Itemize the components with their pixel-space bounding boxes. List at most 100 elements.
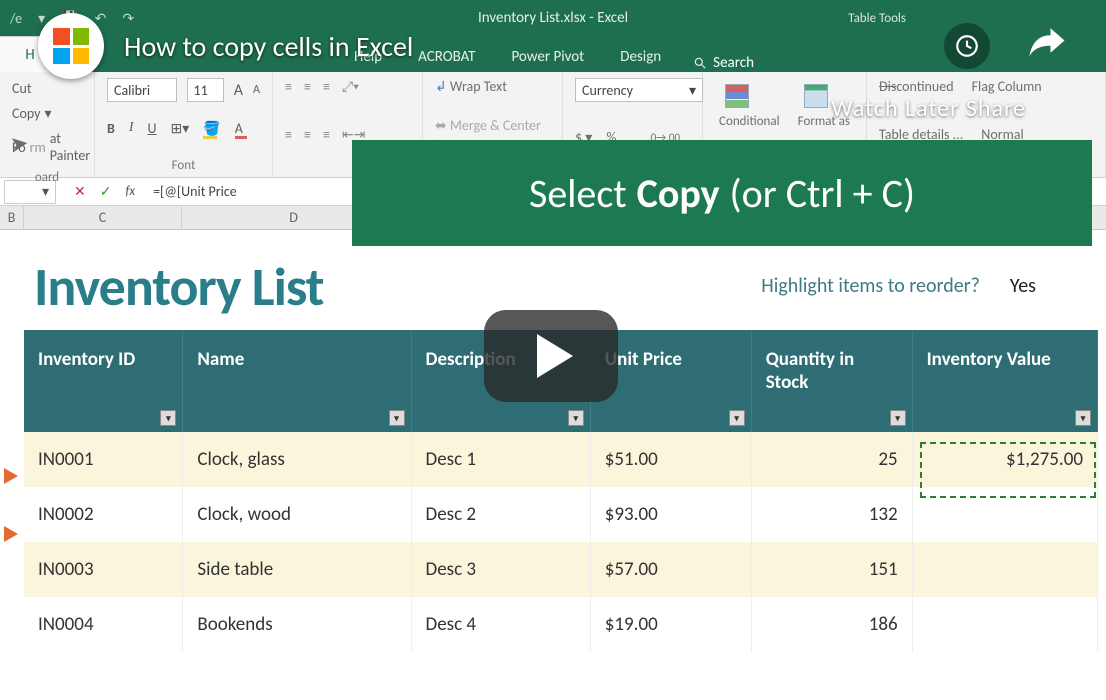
cell-name[interactable]: Clock, glass (183, 432, 411, 487)
group-font: Calibri 11 A A B I U ⊞▾ 🪣 A Font (95, 72, 273, 177)
cell-qty[interactable]: 151 (751, 542, 912, 597)
filter-icon[interactable]: ▾ (1075, 410, 1091, 426)
cell-id[interactable]: IN0002 (24, 487, 183, 542)
play-button[interactable] (484, 310, 618, 402)
group-label-font: Font (107, 154, 260, 173)
search-box[interactable]: Search (693, 54, 754, 72)
cell-desc[interactable]: Desc 2 (411, 487, 590, 542)
align-top-icon[interactable]: ≡ (285, 78, 292, 95)
highlight-answer[interactable]: Yes (1010, 274, 1036, 298)
cell-name[interactable]: Side table (183, 542, 411, 597)
cell-name[interactable]: Clock, wood (183, 487, 411, 542)
cell-price[interactable]: $51.00 (590, 432, 751, 487)
caption-strong: Copy (627, 169, 730, 218)
excel-titlebar: /e ▾ 💾 ↶ ↷ Inventory List.xlsx - Excel T… (0, 0, 1106, 36)
cell-id[interactable]: IN0003 (24, 542, 183, 597)
caption-pre: Select (529, 169, 627, 218)
share-button[interactable] (1026, 23, 1068, 70)
watch-later-share-label: Watch Later Share (831, 94, 1026, 123)
cell-qty[interactable]: 25 (751, 432, 912, 487)
reorder-flag-icon (4, 526, 18, 542)
align-center-icon[interactable]: ≡ (304, 126, 311, 143)
mouse-cursor-icon: ➤ (8, 129, 30, 158)
cell-value[interactable] (912, 542, 1097, 597)
th-quantity[interactable]: Quantity in Stock▾ (751, 330, 912, 432)
caret-icon: ▾ (38, 10, 45, 27)
fx-icon[interactable]: fx (125, 184, 135, 199)
formula-text[interactable]: =[@[Unit Price (135, 183, 237, 200)
window-title: Inventory List.xlsx - Excel (0, 9, 1106, 27)
fill-color-icon[interactable]: 🪣 (203, 120, 220, 137)
filter-icon[interactable]: ▾ (729, 410, 745, 426)
filter-icon[interactable]: ▾ (890, 410, 906, 426)
underline-button[interactable]: U (148, 120, 157, 137)
cell-desc[interactable]: Desc 3 (411, 542, 590, 597)
tab-acrobat[interactable]: ACROBAT (414, 42, 479, 72)
th-name[interactable]: Name▾ (183, 330, 411, 432)
formula-cancel-icon[interactable]: ✕ (74, 183, 86, 200)
redo-icon[interactable]: ↷ (122, 10, 134, 27)
align-middle-icon[interactable]: ≡ (304, 78, 311, 95)
formula-enter-icon[interactable]: ✓ (100, 183, 112, 200)
orientation-icon[interactable]: ⤢▾ (342, 78, 359, 95)
play-icon (537, 334, 573, 378)
font-color-icon[interactable]: A (235, 120, 243, 137)
ribbon-tabs: Help ACROBAT Power Pivot Design Search (0, 36, 1106, 72)
tab-design[interactable]: Design (616, 42, 665, 72)
cell-price[interactable]: $57.00 (590, 542, 751, 597)
th-inventory-id[interactable]: Inventory ID▾ (24, 330, 183, 432)
col-header-C[interactable]: C (24, 206, 182, 229)
worksheet[interactable]: Inventory List Highlight items to reorde… (0, 230, 1106, 700)
cell-id[interactable]: IN0004 (24, 597, 183, 652)
tab-help[interactable]: Help (350, 42, 386, 72)
col-header-B[interactable]: B (0, 206, 24, 229)
cell-price[interactable]: $19.00 (590, 597, 751, 652)
cut-button[interactable]: Cut (12, 78, 82, 99)
cell-qty[interactable]: 186 (751, 597, 912, 652)
instruction-banner: Select Copy (or Ctrl + C) (352, 140, 1092, 246)
group-clipboard: Cut Copy ▾ Format Painter oard (0, 72, 95, 177)
filter-icon[interactable]: ▾ (389, 410, 405, 426)
cell-desc[interactable]: Desc 4 (411, 597, 590, 652)
font-name-dropdown[interactable]: Calibri (107, 78, 177, 102)
cell-name[interactable]: Bookends (183, 597, 411, 652)
wrap-text-button[interactable]: ↲ Wrap Text (435, 78, 507, 95)
font-size-dropdown[interactable]: 11 (187, 78, 224, 102)
decrease-font-icon[interactable]: A (253, 83, 260, 97)
search-label: Search (713, 54, 754, 72)
align-right-icon[interactable]: ≡ (323, 126, 330, 143)
filter-icon[interactable]: ▾ (160, 410, 176, 426)
cell-price[interactable]: $93.00 (590, 487, 751, 542)
italic-button[interactable]: I (129, 120, 134, 136)
channel-avatar[interactable] (38, 13, 104, 79)
align-bottom-icon[interactable]: ≡ (323, 78, 330, 95)
cell-value[interactable]: $1,275.00 (912, 432, 1097, 487)
table-tools-tab[interactable]: Table Tools (848, 11, 906, 26)
border-icon[interactable]: ⊞▾ (171, 120, 190, 137)
bold-button[interactable]: B (107, 120, 115, 137)
microsoft-logo-icon (53, 28, 89, 64)
copy-button[interactable]: Copy ▾ (12, 103, 82, 124)
number-format-dropdown[interactable]: Currency▾ (575, 78, 703, 102)
cell-value[interactable] (912, 487, 1097, 542)
cell-value[interactable] (912, 597, 1097, 652)
table-row[interactable]: IN0001Clock, glassDesc 1$51.0025$1,275.0… (24, 432, 1098, 487)
reorder-flag-icon (4, 468, 18, 484)
table-row[interactable]: IN0003Side tableDesc 3$57.00151 (24, 542, 1098, 597)
cell-id[interactable]: IN0001 (24, 432, 183, 487)
style-flag-column[interactable]: Flag Column (972, 78, 1042, 95)
th-inventory-value[interactable]: Inventory Value▾ (912, 330, 1097, 432)
align-left-icon[interactable]: ≡ (285, 126, 292, 143)
highlight-question: Highlight items to reorder? (761, 274, 980, 298)
conditional-formatting-button[interactable]: Conditional (719, 78, 780, 129)
filter-icon[interactable]: ▾ (568, 410, 584, 426)
tab-power-pivot[interactable]: Power Pivot (507, 42, 588, 72)
cell-qty[interactable]: 132 (751, 487, 912, 542)
table-row[interactable]: IN0004BookendsDesc 4$19.00186 (24, 597, 1098, 652)
style-discontinued[interactable]: Discontinued (879, 78, 954, 95)
caption-post: (or Ctrl + C) (730, 169, 916, 218)
increase-font-icon[interactable]: A (234, 81, 243, 100)
watch-later-button[interactable] (944, 23, 990, 69)
cell-desc[interactable]: Desc 1 (411, 432, 590, 487)
table-row[interactable]: IN0002Clock, woodDesc 2$93.00132 (24, 487, 1098, 542)
